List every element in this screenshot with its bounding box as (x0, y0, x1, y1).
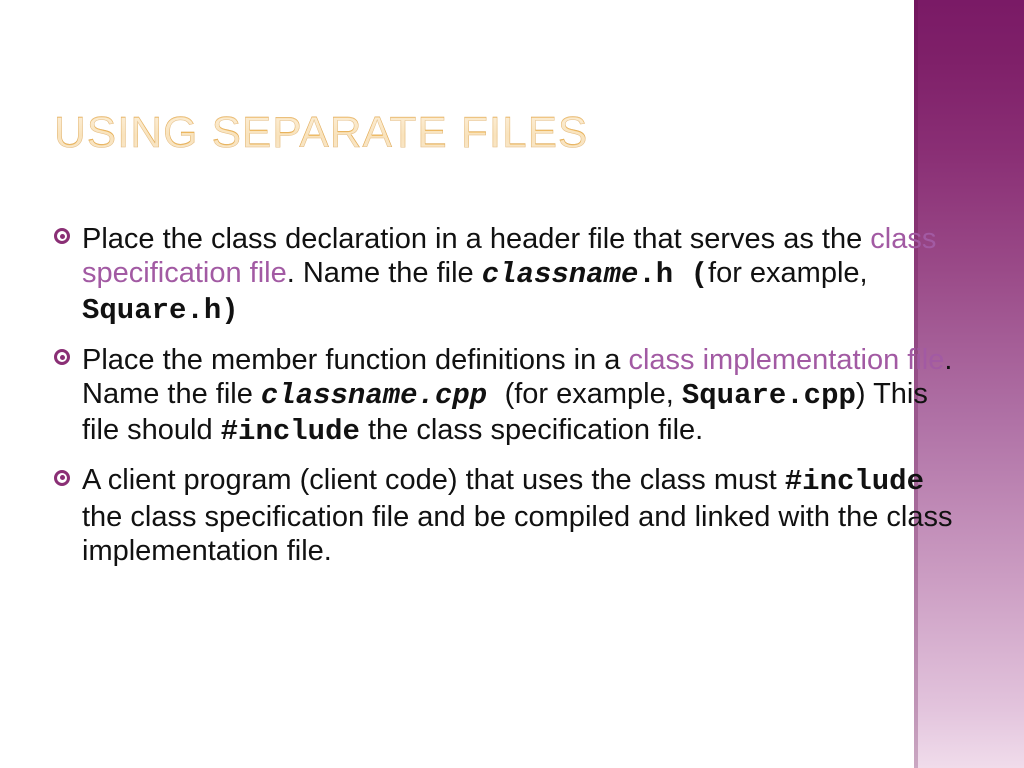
text-run: A client program (client code) that uses… (82, 464, 785, 496)
bullet-item-2: Place the member function definitions in… (54, 343, 972, 450)
bullet-item-1: Place the class declaration in a header … (54, 222, 972, 329)
code-italic: classname (482, 258, 639, 291)
text-run: the class specification file. (360, 414, 703, 446)
slide-content: USING SEPARATE FILES Place the class dec… (0, 0, 1024, 768)
code-run: #include (785, 465, 924, 498)
text-run: (for example, (505, 378, 682, 410)
code-run: Square.h (82, 294, 221, 327)
bullet-target-icon (54, 349, 70, 365)
text-run: the class specification file and be comp… (82, 501, 952, 567)
bullet-item-3: A client program (client code) that uses… (54, 463, 972, 568)
bullet-list: Place the class declaration in a header … (54, 222, 972, 582)
code-italic: classname.cpp (261, 379, 505, 412)
slide-title: USING SEPARATE FILES (54, 108, 588, 158)
bullet-target-icon (54, 470, 70, 486)
highlighted-term: class implementation file (628, 344, 944, 376)
text-run: for example, (708, 257, 868, 289)
code-run: .h ( (638, 258, 708, 291)
code-run: ) (221, 294, 238, 327)
code-run: #include (221, 415, 360, 448)
bullet-target-icon (54, 228, 70, 244)
code-run: Square.cpp (682, 379, 856, 412)
text-run: . Name the file (287, 257, 482, 289)
text-run: Place the member function definitions in… (82, 344, 628, 376)
text-run: Place the class declaration in a header … (82, 223, 870, 255)
